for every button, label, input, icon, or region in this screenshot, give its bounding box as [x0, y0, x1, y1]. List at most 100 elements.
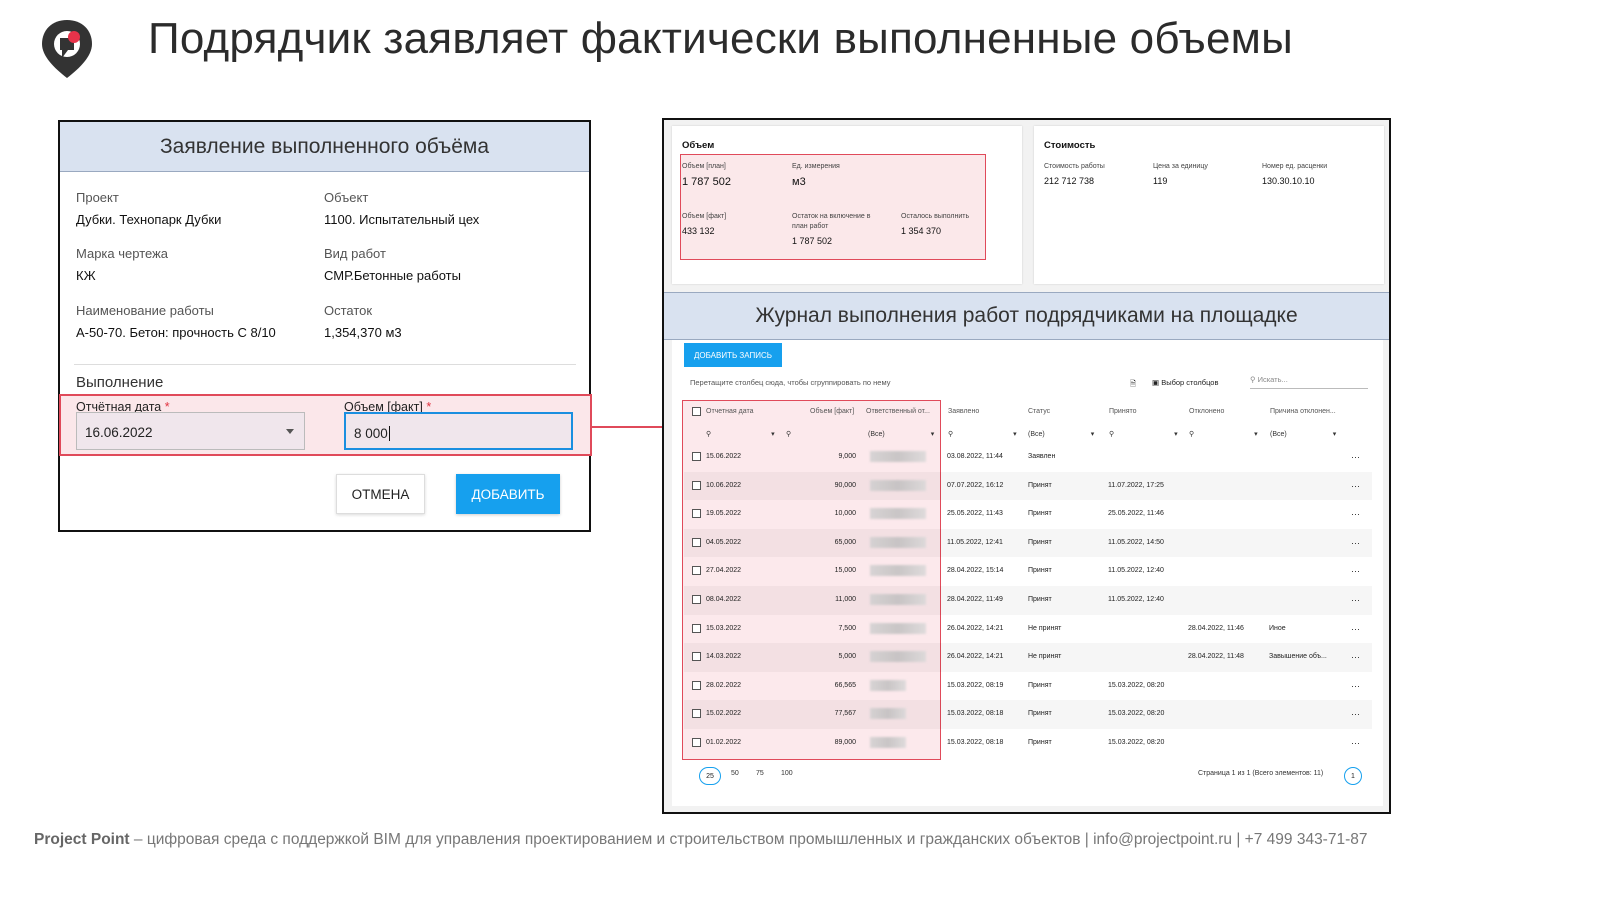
- page-number-button[interactable]: 1: [1344, 767, 1362, 785]
- filter-accepted[interactable]: ⚲ ▾: [1109, 430, 1178, 438]
- price-label: Цена за единицу: [1153, 163, 1208, 170]
- filter-status[interactable]: (Все) ▾: [1028, 430, 1094, 438]
- table-row[interactable]: 15.02.2022 77,567 15.03.2022, 08:18 Принят 1…: [684, 700, 1372, 729]
- cell-status: Принят: [1028, 481, 1052, 489]
- table-row[interactable]: 28.02.2022 66,565 15.03.2022, 08:19 Принят 1…: [684, 672, 1372, 701]
- export-icon[interactable]: 🗎: [1130, 378, 1136, 391]
- row-checkbox[interactable]: [692, 537, 701, 547]
- more-icon[interactable]: ⋯: [1351, 709, 1360, 720]
- row-checkbox[interactable]: [692, 652, 701, 662]
- header-declared[interactable]: Заявлено: [948, 408, 979, 415]
- cell-status: Заявлен: [1028, 453, 1056, 460]
- cell-date: 15.03.2022: [706, 624, 742, 632]
- table-row[interactable]: 19.05.2022 10,000 25.05.2022, 11:43 Принят 2…: [684, 500, 1372, 529]
- table-row[interactable]: 10.06.2022 90,000 07.07.2022, 16:12 Принят 1…: [684, 472, 1372, 501]
- cell-volume: 15,000: [834, 567, 856, 575]
- cell-status: Принят: [1028, 739, 1052, 746]
- more-icon[interactable]: ⋯: [1351, 538, 1360, 549]
- cost-card: Стоимость Стоимость работы 212 712 738 Ц…: [1034, 126, 1384, 284]
- column-chooser-button[interactable]: ▣ Выбор столбцов: [1152, 378, 1218, 387]
- page-size-75[interactable]: 75: [756, 770, 764, 777]
- rate-value: 130.30.10.10: [1262, 176, 1315, 186]
- header-status[interactable]: Статус: [1028, 408, 1050, 415]
- header-volume-fact[interactable]: Объем [факт]: [810, 408, 854, 415]
- row-checkbox[interactable]: [692, 509, 701, 519]
- search-icon: ⚲: [1250, 375, 1256, 384]
- page-size-25[interactable]: 25: [699, 767, 721, 785]
- row-checkbox[interactable]: [692, 709, 701, 719]
- more-icon[interactable]: ⋯: [1351, 738, 1360, 749]
- more-icon[interactable]: ⋯: [1351, 652, 1360, 663]
- table-row[interactable]: 27.04.2022 15,000 28.04.2022, 15:14 Принят 1…: [684, 557, 1372, 586]
- cell-declared: 26.04.2022, 14:21: [947, 653, 1004, 661]
- volume-fact-input[interactable]: 8 000: [344, 412, 573, 450]
- filter-date[interactable]: ⚲ ▾: [706, 430, 775, 438]
- table-row[interactable]: 15.03.2022 7,500 26.04.2022, 14:21 Не приня…: [684, 615, 1372, 644]
- row-checkbox[interactable]: [692, 595, 701, 604]
- field-object: Объект 1100. Испытательный цех: [324, 190, 480, 227]
- more-icon[interactable]: ⋯: [1351, 452, 1360, 463]
- table-row[interactable]: 04.05.2022 65,000 11.05.2022, 12:41 Принят 1…: [684, 529, 1372, 558]
- header-accepted[interactable]: Принято: [1109, 408, 1137, 415]
- fact-label: Объем [факт]: [682, 213, 727, 220]
- more-icon[interactable]: ⋯: [1351, 566, 1360, 577]
- cell-rejected: 28.04.2022, 11:48: [1188, 653, 1244, 661]
- cell-declared: 28.04.2022, 15:14: [947, 567, 1004, 575]
- row-checkbox[interactable]: [692, 566, 701, 576]
- search-input[interactable]: ⚲ Искать...: [1250, 375, 1368, 389]
- cell-accepted: 25.05.2022, 11:46: [1108, 510, 1164, 518]
- header-responsible[interactable]: Ответственный от...: [866, 408, 930, 415]
- add-record-button[interactable]: ДОБАВИТЬ ЗАПИСЬ: [684, 343, 782, 367]
- filter-reason[interactable]: (Все) ▾: [1270, 430, 1336, 438]
- cell-status: Принят: [1028, 510, 1052, 518]
- filter-rejected[interactable]: ⚲ ▾: [1189, 430, 1258, 438]
- responsible-redacted: [870, 708, 906, 720]
- select-all-checkbox[interactable]: [692, 407, 701, 416]
- responsible-redacted: [870, 594, 926, 605]
- report-date-select[interactable]: 16.06.2022: [76, 412, 305, 450]
- cell-accepted: 15.03.2022, 08:20: [1108, 739, 1165, 746]
- cost-value: 212 712 738: [1044, 176, 1095, 186]
- cell-declared: 11.05.2022, 12:41: [947, 538, 1003, 546]
- table-row[interactable]: 14.03.2022 5,000 26.04.2022, 14:21 Не приня…: [684, 643, 1372, 672]
- cell-reason: Иное: [1269, 624, 1286, 632]
- page-size-100[interactable]: 100: [781, 770, 793, 777]
- cell-declared: 15.03.2022, 08:18: [947, 710, 1004, 718]
- row-checkbox[interactable]: [692, 452, 701, 461]
- header-rejected[interactable]: Отклонено: [1189, 408, 1224, 415]
- divider: [74, 364, 576, 365]
- cancel-button[interactable]: ОТМЕНА: [336, 474, 425, 514]
- add-button[interactable]: ДОБАВИТЬ: [456, 474, 560, 514]
- more-icon[interactable]: ⋯: [1351, 595, 1360, 606]
- row-checkbox[interactable]: [692, 480, 701, 490]
- cell-status: Принят: [1028, 538, 1052, 546]
- table-row[interactable]: 15.06.2022 9,000 03.08.2022, 11:44 Заявлен ⋯: [684, 443, 1372, 472]
- responsible-redacted: [870, 536, 926, 548]
- cell-reason: Завышение объ...: [1269, 653, 1327, 661]
- filter-volume[interactable]: ⚲: [786, 430, 791, 438]
- cell-date: 01.02.2022: [706, 739, 742, 746]
- more-icon[interactable]: ⋯: [1351, 624, 1360, 635]
- row-checkbox[interactable]: [692, 623, 701, 633]
- table-row[interactable]: 01.02.2022 89,000 15.03.2022, 08:18 Принят 1…: [684, 729, 1372, 758]
- columns-icon: ▣: [1152, 378, 1160, 387]
- page-size-50[interactable]: 50: [731, 770, 739, 777]
- more-icon[interactable]: ⋯: [1351, 509, 1360, 520]
- cell-date: 10.06.2022: [706, 481, 742, 489]
- cell-declared: 26.04.2022, 14:21: [947, 624, 1004, 632]
- header-report-date[interactable]: Отчетная дата: [706, 408, 754, 415]
- cell-date: 28.02.2022: [706, 681, 742, 689]
- row-checkbox[interactable]: [692, 680, 701, 690]
- cell-volume: 89,000: [834, 739, 856, 746]
- header-reason[interactable]: Причина отклонен...: [1270, 408, 1336, 415]
- filter-declared[interactable]: ⚲ ▾: [948, 430, 1017, 438]
- row-checkbox[interactable]: [692, 738, 701, 747]
- cell-date: 04.05.2022: [706, 538, 742, 546]
- filter-responsible[interactable]: (Все) ▾: [868, 430, 934, 438]
- cell-date: 27.04.2022: [706, 567, 742, 575]
- table-row[interactable]: 08.04.2022 11,000 28.04.2022, 11:49 Принят 1…: [684, 586, 1372, 615]
- unit-value: м3: [792, 176, 806, 188]
- cell-volume: 10,000: [834, 510, 856, 518]
- more-icon[interactable]: ⋯: [1351, 481, 1360, 492]
- more-icon[interactable]: ⋯: [1351, 681, 1360, 692]
